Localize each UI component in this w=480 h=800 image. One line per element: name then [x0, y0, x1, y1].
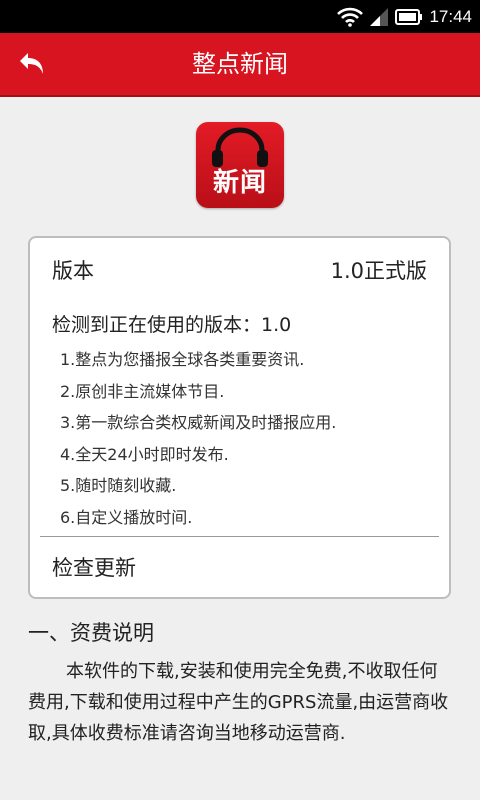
detected-version-text: 检测到正在使用的版本：1.0 [52, 314, 292, 336]
wifi-icon [337, 7, 364, 27]
version-value: 1.0正式版 [330, 259, 427, 283]
app-logo: 新闻 [196, 122, 284, 208]
feature-item: 6.自定义播放时间. [60, 507, 193, 527]
feature-item: 2.原创非主流媒体节目. [60, 381, 225, 401]
title-bar: 整点新闻 [0, 33, 480, 97]
version-label: 版本 [52, 259, 94, 283]
battery-icon [395, 8, 423, 25]
fee-section-body: 本软件的下载,安装和使用完全免费,不收取任何费用,下载和使用过程中产生的GPRS… [28, 661, 449, 744]
version-row: 版本 1.0正式版 [52, 252, 427, 288]
feature-item: 4.全天24小时即时发布. [60, 444, 229, 464]
check-update-button[interactable]: 检查更新 [52, 552, 136, 582]
status-icons: 17:44 [337, 0, 472, 33]
status-time: 17:44 [429, 6, 472, 26]
version-card: 版本 1.0正式版 检测到正在使用的版本：1.0 1.整点为您播报全球各类重要资… [28, 236, 451, 599]
divider [40, 536, 439, 537]
feature-item: 3.第一款综合类权威新闻及时播报应用. [60, 413, 337, 432]
fee-section-title: 一、资费说明 [28, 621, 154, 645]
logo-text: 新闻 [212, 168, 267, 198]
feature-list: 1.整点为您播报全球各类重要资讯. 2.原创非主流媒体节目. 3.第一款综合类权… [60, 344, 336, 533]
page-title: 整点新闻 [192, 50, 288, 78]
signal-icon [370, 7, 389, 26]
feature-item: 1.整点为您播报全球各类重要资讯. [60, 350, 305, 369]
feature-item: 5.随时随刻收藏. [60, 476, 177, 495]
status-bar: 17:44 [0, 0, 480, 33]
